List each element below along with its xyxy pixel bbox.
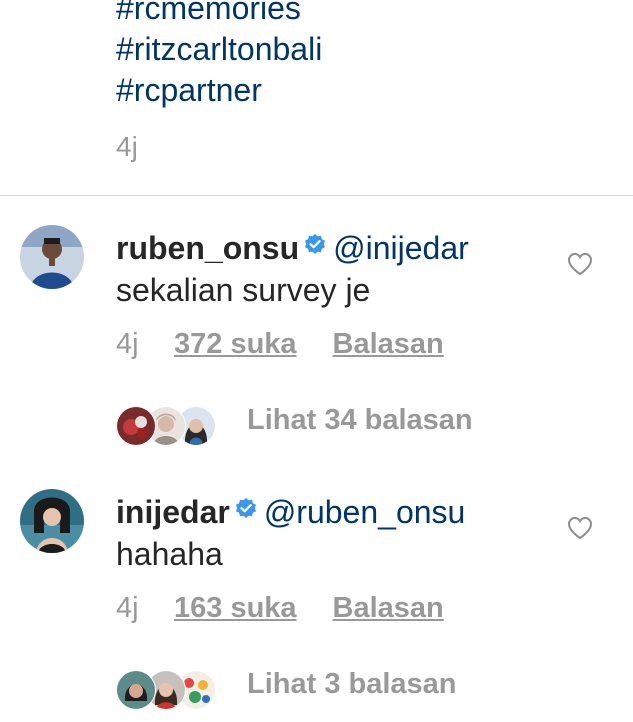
comment-text: hahaha: [116, 536, 223, 572]
divider: [0, 195, 633, 196]
view-replies-link[interactable]: Lihat 3 balasan: [247, 668, 457, 701]
hashtag-link[interactable]: #rcmemories: [116, 0, 616, 29]
avatar[interactable]: [20, 489, 84, 553]
likes-count-link[interactable]: 163 suka: [174, 592, 297, 625]
comment-meta: 4j 372 suka Balasan: [116, 328, 444, 361]
person-avatar-icon: [20, 489, 84, 553]
comment-meta: 4j 163 suka Balasan: [116, 592, 444, 625]
heart-outline-icon[interactable]: [567, 252, 593, 276]
verified-badge-icon: [305, 234, 326, 254]
comment-username[interactable]: ruben_onsu: [116, 230, 299, 266]
likes-count-link[interactable]: 372 suka: [174, 328, 297, 361]
verified-badge-icon: [235, 498, 256, 518]
reply-avatar: [116, 670, 156, 710]
comment-text: sekalian survey je: [116, 272, 371, 308]
avatar[interactable]: [20, 225, 84, 289]
comment-header: inijedar @ruben_onsu: [116, 492, 465, 532]
comment-timestamp: 4j: [116, 592, 139, 624]
reply-button[interactable]: Balasan: [333, 328, 444, 361]
caption-timestamp: 4j: [116, 131, 138, 162]
hashtag-link[interactable]: #ritzcarltonbali: [116, 29, 616, 70]
comment-username[interactable]: inijedar: [116, 494, 230, 530]
comment-header: ruben_onsu @inijedar: [116, 228, 469, 268]
reply-button[interactable]: Balasan: [333, 592, 444, 625]
comment-timestamp: 4j: [116, 328, 139, 360]
heart-outline-icon[interactable]: [567, 516, 593, 540]
comment-mention[interactable]: @inijedar: [333, 230, 469, 266]
caption-hashtags: #rcmemories #ritzcarltonbali #rcpartner: [116, 0, 616, 111]
person-avatar-icon: [20, 225, 84, 289]
reply-avatar: [116, 406, 156, 446]
comment-mention[interactable]: @ruben_onsu: [264, 494, 466, 530]
view-replies-link[interactable]: Lihat 34 balasan: [247, 404, 473, 437]
hashtag-link[interactable]: #rcpartner: [116, 70, 616, 111]
